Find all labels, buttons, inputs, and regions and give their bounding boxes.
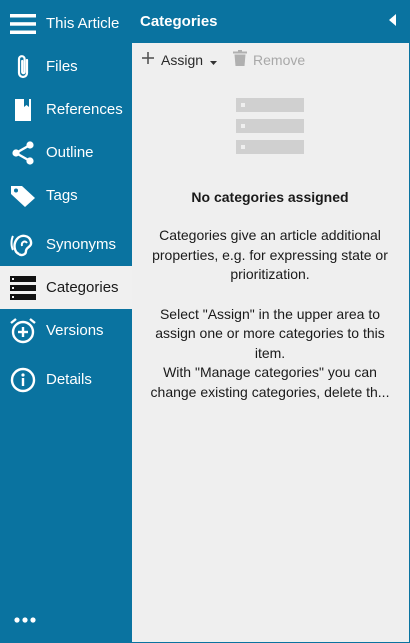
sidebar-item-details[interactable]: Details [0, 358, 132, 401]
sidebar-item-label: Outline [46, 144, 94, 161]
empty-state-text-3a: With "Manage categories" you can [163, 364, 377, 380]
tag-icon [0, 184, 46, 208]
sidebar-item-label: Synonyms [46, 236, 117, 253]
sidebar-item-label: Categories [46, 279, 119, 296]
sidebar: This Article Files References Outline Ta… [0, 0, 132, 643]
sidebar-item-outline[interactable]: Outline [0, 131, 132, 174]
more-dots-icon [14, 610, 36, 628]
sidebar-item-label: Versions [46, 322, 104, 339]
trash-icon [233, 50, 248, 69]
categories-placeholder-icon [236, 98, 304, 159]
empty-state-text-3b: change existing categories, delete th... [150, 383, 390, 400]
sidebar-item-label: Tags [46, 187, 78, 204]
empty-state-title: No categories assigned [191, 189, 349, 205]
sidebar-item-this-article[interactable]: This Article [0, 2, 132, 45]
sidebar-item-label: This Article [46, 15, 120, 32]
sidebar-item-label: Files [46, 58, 78, 75]
categories-panel: Categories Assign Remove No categories a… [132, 0, 410, 643]
categories-list-icon [0, 275, 46, 300]
sidebar-item-synonyms[interactable]: Synonyms [0, 223, 132, 266]
empty-state-text-2: Select "Assign" in the upper area to ass… [155, 305, 385, 361]
chevron-down-icon [210, 52, 218, 68]
assign-label: Assign [161, 51, 204, 68]
plus-icon [141, 51, 155, 68]
sidebar-item-versions[interactable]: Versions [0, 309, 132, 352]
sidebar-item-categories[interactable]: Categories [0, 266, 132, 309]
remove-button[interactable]: Remove [233, 50, 305, 69]
more-button[interactable] [12, 606, 38, 632]
paperclip-icon [0, 54, 46, 80]
triangle-left-icon [389, 13, 397, 30]
ear-icon [0, 232, 46, 258]
sidebar-item-tags[interactable]: Tags [0, 174, 132, 217]
empty-state-description: Categories give an article additional pr… [140, 226, 400, 402]
collapse-panel-button[interactable] [385, 14, 401, 30]
sidebar-item-references[interactable]: References [0, 88, 132, 131]
share-nodes-icon [0, 140, 46, 165]
panel-title: Categories [140, 13, 218, 30]
alarm-clock-plus-icon [0, 317, 46, 345]
sidebar-item-label: Details [46, 371, 92, 388]
hamburger-menu-icon [0, 13, 46, 34]
panel-header: Categories [132, 0, 409, 43]
bookmark-book-icon [0, 98, 46, 122]
sidebar-item-files[interactable]: Files [0, 45, 132, 88]
panel-toolbar: Assign Remove [132, 43, 409, 76]
assign-button[interactable]: Assign [141, 51, 218, 68]
empty-state: No categories assigned Categories give a… [132, 98, 408, 402]
info-circle-icon [0, 367, 46, 393]
remove-label: Remove [253, 51, 306, 68]
sidebar-item-label: References [46, 101, 123, 118]
empty-state-text-1: Categories give an article additional pr… [152, 227, 388, 282]
